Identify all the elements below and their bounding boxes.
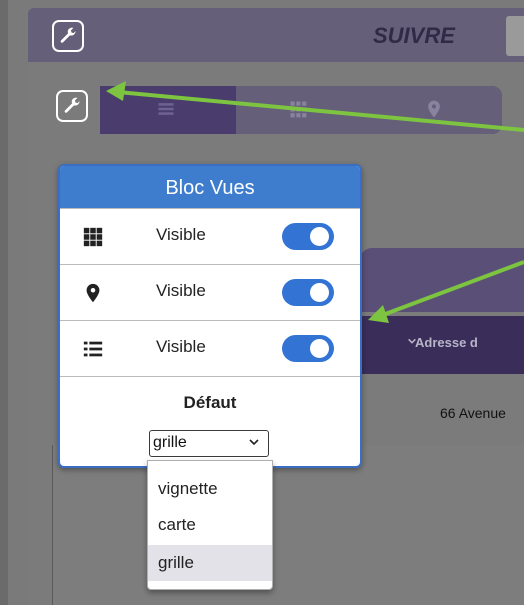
chevron-down-icon	[249, 439, 259, 446]
list-view-button[interactable]	[156, 99, 176, 119]
default-view-select[interactable]: grille	[149, 430, 269, 457]
dropdown-option-grille[interactable]: grille	[148, 545, 272, 581]
table-body-area	[52, 445, 524, 605]
views-settings-popover: Bloc Vues Visible Visible Visible Défaut…	[58, 164, 362, 468]
list-icon	[158, 103, 174, 115]
select-value: grille	[153, 434, 187, 451]
grid-icon	[290, 101, 307, 118]
table-cell-address: 66 Avenue	[440, 405, 506, 421]
map-pin-icon	[428, 100, 440, 118]
list-visibility-toggle[interactable]	[282, 335, 334, 362]
popover-row-list: Visible	[60, 320, 360, 375]
default-view-dropdown: vignette carte grille	[147, 460, 273, 590]
map-view-button[interactable]	[424, 99, 444, 119]
map-visibility-toggle[interactable]	[282, 279, 334, 306]
toggle-knob	[310, 283, 329, 302]
toggle-knob	[310, 227, 329, 246]
page-title: SUIVRE	[373, 23, 455, 48]
dropdown-option-carte[interactable]: carte	[148, 507, 272, 543]
visibility-label: Visible	[156, 337, 206, 356]
grid-visibility-toggle[interactable]	[282, 223, 334, 250]
list-icon	[82, 338, 104, 360]
popover-row-map: Visible	[60, 264, 360, 319]
toggle-knob	[310, 339, 329, 358]
view-switcher-inactive	[236, 86, 502, 134]
popover-row-grid: Visible	[60, 208, 360, 263]
default-view-label: Défaut	[183, 393, 237, 412]
popover-title: Bloc Vues	[60, 166, 360, 208]
view-settings-wrench-button[interactable]	[56, 90, 88, 122]
settings-wrench-button[interactable]	[52, 20, 84, 52]
column-header-address[interactable]: Adresse d	[415, 335, 478, 350]
wrench-icon	[64, 97, 81, 113]
grid-view-button[interactable]	[288, 99, 308, 119]
map-pin-icon	[82, 282, 104, 304]
top-right-tab[interactable]	[506, 16, 524, 56]
grid-icon	[82, 226, 104, 248]
table-tab[interactable]	[360, 248, 524, 312]
wrench-icon	[60, 27, 77, 43]
visibility-label: Visible	[156, 281, 206, 300]
visibility-label: Visible	[156, 225, 206, 244]
dropdown-option-vignette[interactable]: vignette	[148, 471, 272, 507]
